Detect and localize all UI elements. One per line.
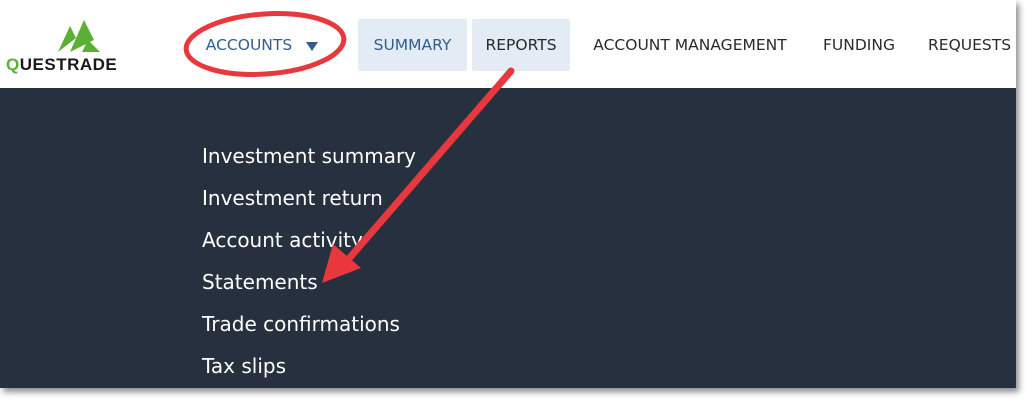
logo-mark-icon xyxy=(58,20,100,52)
menu-item-trade-confirmations[interactable]: Trade confirmations xyxy=(202,312,400,336)
nav-funding[interactable]: FUNDING xyxy=(812,19,906,71)
screenshot-frame: QUESTRADE ACCOUNTS SUMMARY REPORTS ACCOU… xyxy=(0,0,1016,388)
menu-item-investment-return[interactable]: Investment return xyxy=(202,186,383,210)
nav-account-management[interactable]: ACCOUNT MANAGEMENT xyxy=(584,19,796,71)
nav-account-management-label: ACCOUNT MANAGEMENT xyxy=(593,36,787,54)
nav-accounts-label: ACCOUNTS xyxy=(205,36,293,54)
nav-funding-label: FUNDING xyxy=(823,36,895,54)
top-navigation-bar: QUESTRADE ACCOUNTS SUMMARY REPORTS ACCOU… xyxy=(0,0,1016,88)
nav-reports-label: REPORTS xyxy=(485,36,557,54)
menu-item-account-activity[interactable]: Account activity xyxy=(202,228,363,252)
menu-item-statements[interactable]: Statements xyxy=(202,270,318,294)
logo-wordmark: QUESTRADE xyxy=(6,55,118,74)
nav-summary-label: SUMMARY xyxy=(373,36,452,54)
questrade-logo[interactable]: QUESTRADE xyxy=(6,18,156,74)
nav-reports[interactable]: REPORTS xyxy=(472,19,570,71)
nav-requests[interactable]: REQUESTS xyxy=(922,19,1016,71)
nav-requests-label: REQUESTS xyxy=(928,36,1012,54)
nav-summary[interactable]: SUMMARY xyxy=(358,19,467,71)
menu-item-investment-summary[interactable]: Investment summary xyxy=(202,144,416,168)
reports-dropdown-menu: Investment summary Investment return Acc… xyxy=(0,88,1016,388)
caret-down-icon xyxy=(306,41,319,51)
nav-accounts[interactable]: ACCOUNTS xyxy=(190,19,334,71)
menu-item-tax-slips[interactable]: Tax slips xyxy=(202,354,286,378)
